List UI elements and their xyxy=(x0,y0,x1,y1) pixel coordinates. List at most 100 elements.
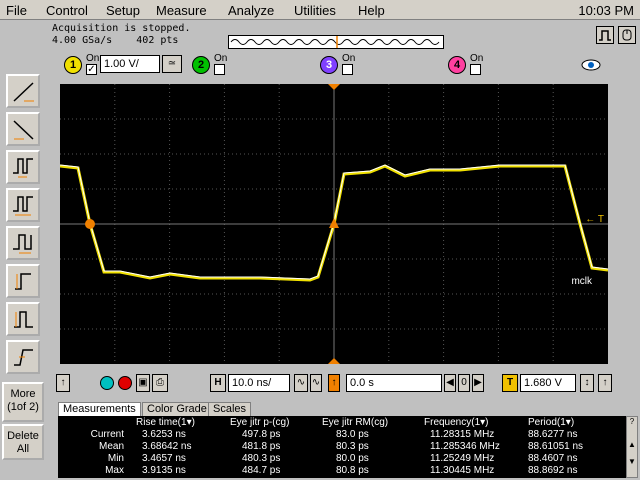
pointer-mode-icon[interactable] xyxy=(618,26,636,44)
waveform-graticule xyxy=(60,84,608,364)
menu-bar: File Control Setup Measure Analyze Utili… xyxy=(0,0,640,20)
amplitude-measure-icon[interactable] xyxy=(6,264,40,298)
color-grade-cyan-icon[interactable] xyxy=(100,376,114,390)
scroll-up-arrow-icon[interactable]: ▲ xyxy=(627,440,637,449)
channel-3-number: 3 xyxy=(325,59,333,71)
delete-all-button[interactable]: Delete All xyxy=(2,424,44,460)
histogram-icon[interactable]: ▣ xyxy=(136,374,150,392)
help-icon[interactable]: ? xyxy=(627,417,637,426)
channel-1-number: 1 xyxy=(69,59,77,71)
table-cell: 88.6277 ns xyxy=(528,429,578,440)
menu-setup[interactable]: Setup xyxy=(106,3,140,18)
tab-scales[interactable]: Scales xyxy=(208,402,252,417)
acquisition-status: Acquisition is stopped. 4.00 GSa/s 402 p… xyxy=(52,23,190,47)
channel-1-scale[interactable]: 1.00 V/ xyxy=(100,55,160,73)
channel-3-on-label: On xyxy=(342,53,356,64)
period-measure-icon[interactable] xyxy=(6,226,40,260)
control-row: ↑ ▣ ⎙ H 10.0 ns/ ∿ ∿ ↑ 0.0 s ◀ 0 ▶ T 1.6… xyxy=(48,372,640,396)
zoom-icon[interactable]: ∿ xyxy=(294,374,308,392)
delete-label-line2: All xyxy=(16,443,30,455)
falling-edge-trigger-icon[interactable] xyxy=(6,112,40,146)
delay-zero-icon[interactable]: 0 xyxy=(458,374,470,392)
more-button[interactable]: More (1of 2) xyxy=(2,382,44,422)
menu-help[interactable]: Help xyxy=(358,3,385,18)
menu-utilities[interactable]: Utilities xyxy=(294,3,336,18)
table-cell: 80.3 ps xyxy=(336,441,369,452)
table-cell: 88.8692 ns xyxy=(528,465,578,476)
table-cell: 83.0 ps xyxy=(336,429,369,440)
table-cell: 497.8 ps xyxy=(242,429,281,440)
waveform-overview[interactable] xyxy=(228,35,444,49)
tab-color-grade[interactable]: Color Grade xyxy=(142,402,212,417)
print-icon[interactable]: ⎙ xyxy=(152,374,168,392)
channel-3-button[interactable]: 3 xyxy=(320,56,338,74)
horizontal-button[interactable]: H xyxy=(210,374,226,392)
column-header[interactable]: Period(1▾) xyxy=(528,417,574,428)
record-icon[interactable] xyxy=(118,376,132,390)
measurements-scrollbar[interactable]: ? ▲ ▼ xyxy=(626,416,638,478)
tab-measurements[interactable]: Measurements xyxy=(58,402,141,417)
table-cell: 11.285346 MHz xyxy=(430,441,500,452)
channel-bar: 1 On ✓ 1.00 V/ ≃ 2 On 3 On 4 On xyxy=(48,52,640,78)
channel-1-on-checkbox[interactable]: ✓ xyxy=(86,64,97,75)
frequency-measure-icon[interactable] xyxy=(6,188,40,222)
waveform-display[interactable]: ← T mclk xyxy=(60,84,608,364)
delay-right-icon[interactable]: ▶ xyxy=(472,374,484,392)
overview-waveform-icon xyxy=(230,36,440,48)
acquisition-state: Acquisition is stopped. xyxy=(52,23,191,34)
zoom-wave-icon[interactable]: ∿ xyxy=(310,374,322,392)
menu-analyze[interactable]: Analyze xyxy=(228,3,274,18)
time-per-div-field[interactable]: 10.0 ns/ xyxy=(228,374,290,392)
trigger-position-bottom-marker xyxy=(328,358,340,364)
rise-time-measure-icon[interactable] xyxy=(6,340,40,374)
channel-1-on-label: On xyxy=(86,53,100,64)
trigger-position-top-marker xyxy=(328,84,340,90)
eye-icon[interactable] xyxy=(580,55,602,75)
scroll-down-arrow-icon[interactable]: ▼ xyxy=(627,457,637,466)
channel-4-on-checkbox[interactable] xyxy=(470,64,481,75)
table-cell: 480.3 ps xyxy=(242,453,281,464)
menu-control[interactable]: Control xyxy=(46,3,88,18)
status-area: Acquisition is stopped. 4.00 GSa/s 402 p… xyxy=(48,20,640,52)
column-header[interactable]: Frequency(1▾) xyxy=(424,417,489,428)
table-cell: 3.68642 ns xyxy=(142,441,192,452)
table-cell: 11.28315 MHz xyxy=(430,429,495,440)
channel-4-button[interactable]: 4 xyxy=(448,56,466,74)
table-cell: 3.6253 ns xyxy=(142,429,186,440)
pulse-width-icon[interactable] xyxy=(6,150,40,184)
trigger-level-field[interactable]: 1.680 V xyxy=(520,374,576,392)
column-header[interactable]: Eye jitr RM(cg) xyxy=(322,417,388,428)
channel-4-number: 4 xyxy=(453,59,461,71)
channel-3-on-checkbox[interactable] xyxy=(342,64,353,75)
table-cell: 3.9135 ns xyxy=(142,465,186,476)
channel-1-coupling-icon[interactable]: ≃ xyxy=(162,55,182,73)
channel-2-button[interactable]: 2 xyxy=(192,56,210,74)
trigger-level-step-icon[interactable]: ↑ xyxy=(598,374,612,392)
trigger-crossing-marker xyxy=(329,218,339,228)
delay-field[interactable]: 0.0 s xyxy=(346,374,442,392)
menu-file[interactable]: File xyxy=(6,3,27,18)
table-cell: 481.8 ps xyxy=(242,441,281,452)
delay-marker-icon[interactable]: ↑ xyxy=(328,374,340,392)
clock: 10:03 PM xyxy=(578,3,634,18)
column-header[interactable]: Eye jitr p-(cg) xyxy=(230,417,289,428)
run-stop-icon[interactable] xyxy=(596,26,614,44)
trigger-level-label: ← T xyxy=(585,214,604,225)
trigger-button[interactable]: T xyxy=(502,374,518,392)
table-cell: 11.30445 MHz xyxy=(430,465,495,476)
scroll-up-icon[interactable]: ↑ xyxy=(56,374,70,392)
channel-1-button[interactable]: 1 xyxy=(64,56,82,74)
more-page-label: (1of 2) xyxy=(7,401,39,413)
menu-measure[interactable]: Measure xyxy=(156,3,207,18)
left-toolbar: More (1of 2) Delete All xyxy=(0,20,48,480)
trigger-level-up-down-icon[interactable]: ↕ xyxy=(580,374,594,392)
channel-2-number: 2 xyxy=(197,59,205,71)
rising-edge-trigger-icon[interactable] xyxy=(6,74,40,108)
table-cell: 3.4657 ns xyxy=(142,453,186,464)
column-header[interactable]: Rise time(1▾) xyxy=(136,417,195,428)
peak-to-peak-icon[interactable] xyxy=(6,302,40,336)
delay-left-icon[interactable]: ◀ xyxy=(444,374,456,392)
channel-2-on-checkbox[interactable] xyxy=(214,64,225,75)
table-cell: 88.4607 ns xyxy=(528,453,578,464)
measurements-table: Rise time(1▾) Eye jitr p-(cg) Eye jitr R… xyxy=(58,416,626,478)
